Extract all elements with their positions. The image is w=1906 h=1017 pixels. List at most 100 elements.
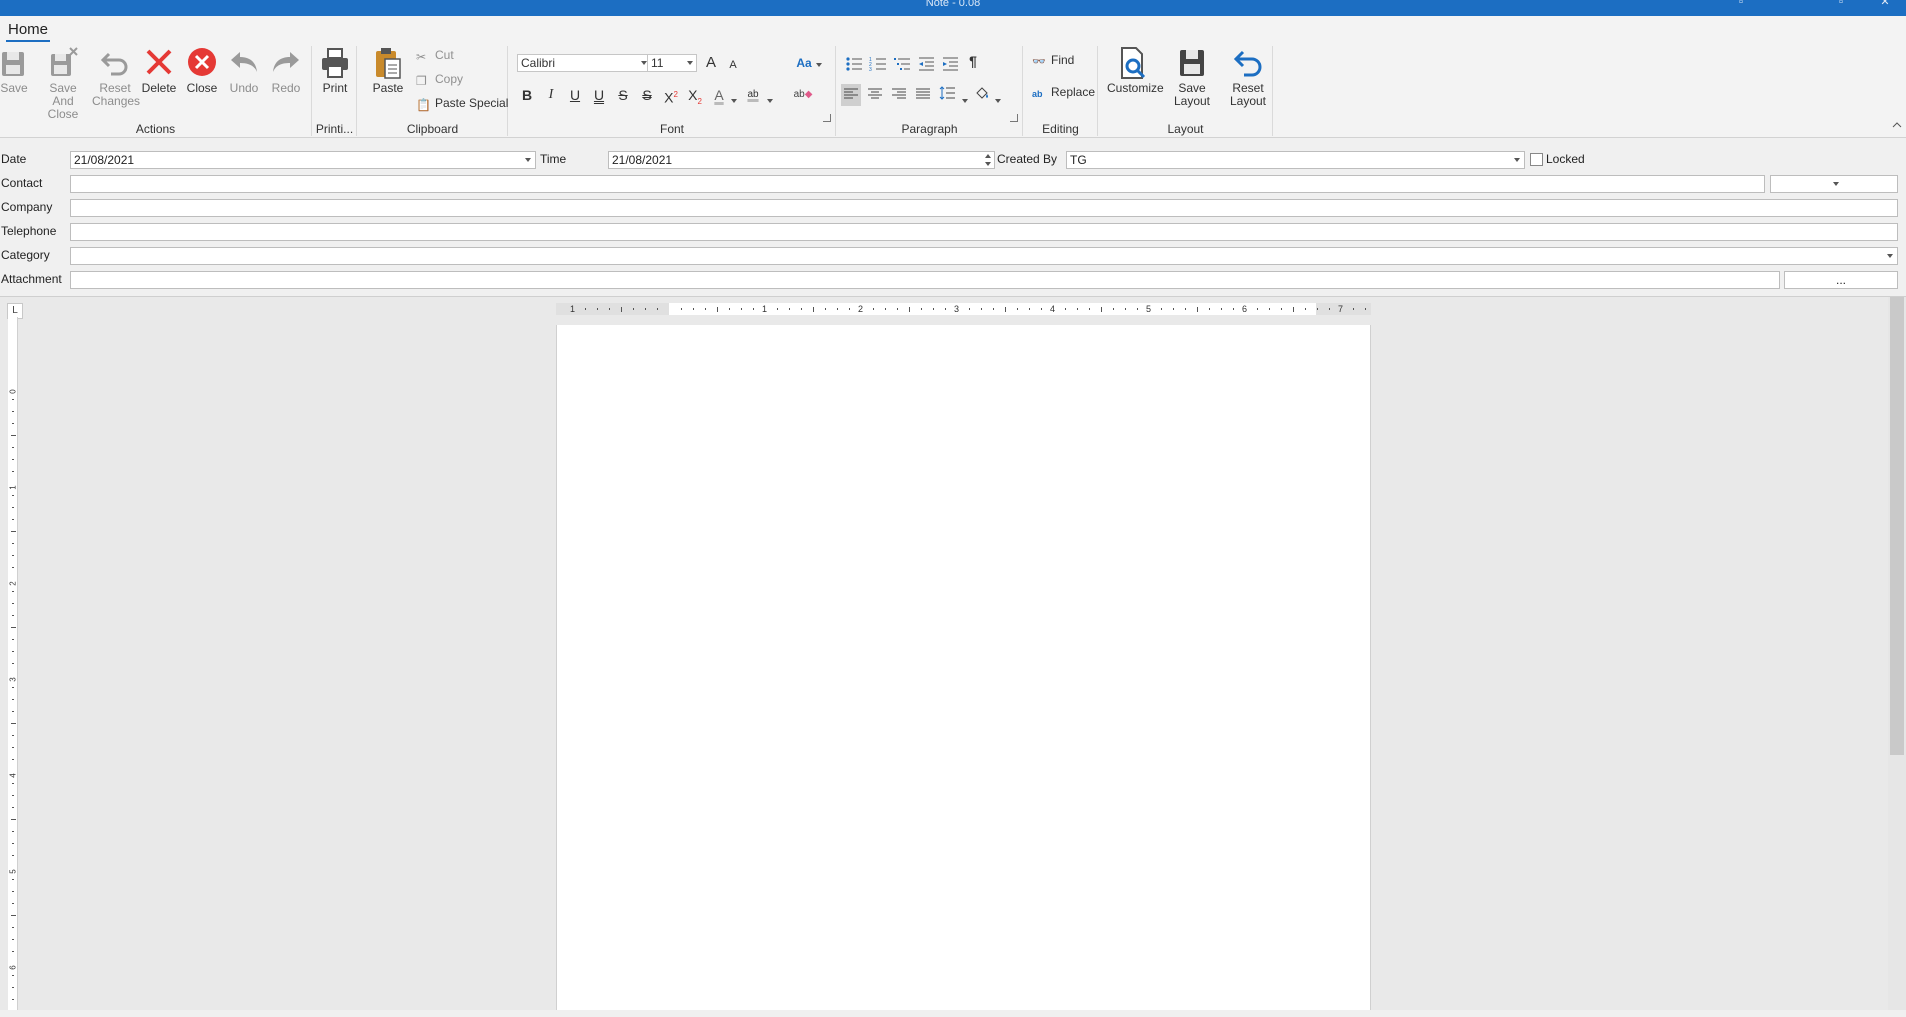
close-icon[interactable]: ✕ <box>1878 0 1892 8</box>
save-layout-button[interactable]: Save Layout <box>1161 46 1223 108</box>
company-field[interactable] <box>70 199 1898 217</box>
font-name-combo[interactable]: Calibri <box>517 54 651 72</box>
cut-button[interactable]: ✂ Cut <box>416 46 454 64</box>
close-circle-icon <box>188 48 216 76</box>
ruler-tick <box>1293 306 1294 312</box>
vertical-ruler-tick <box>10 723 16 724</box>
locked-checkbox[interactable] <box>1530 153 1543 166</box>
vertical-ruler-tick <box>10 627 16 628</box>
ruler-tick <box>1269 308 1270 310</box>
date-field[interactable]: 21/08/2021 <box>70 151 536 169</box>
print-button[interactable]: Print <box>313 46 357 95</box>
vertical-ruler-tick <box>12 615 14 616</box>
save-and-close-button[interactable]: Save And Close <box>40 46 86 121</box>
vertical-ruler-tick <box>12 651 14 652</box>
maximize-icon[interactable]: ▫ <box>1834 0 1848 8</box>
superscript-button[interactable]: X2 <box>661 84 681 106</box>
find-button[interactable]: 👓 Find <box>1032 51 1074 69</box>
vertical-ruler-tick <box>12 519 14 520</box>
document-page[interactable] <box>556 325 1371 1011</box>
rich-text-editor[interactable]: L 0123456 11234567 <box>0 296 1906 1011</box>
subscript-button[interactable]: X2 <box>685 84 705 106</box>
collapse-ribbon-icon[interactable] <box>1892 120 1902 130</box>
redo-button[interactable]: Redo <box>264 46 308 95</box>
paragraph-dialog-launcher-icon[interactable] <box>1010 114 1018 122</box>
contact-field[interactable] <box>70 175 1765 193</box>
align-left-button[interactable] <box>841 84 861 106</box>
paste-button[interactable]: Paste <box>366 46 410 95</box>
underline-button[interactable]: U <box>565 84 585 106</box>
ruler-tick <box>741 308 742 310</box>
justify-button[interactable] <box>913 84 933 106</box>
vertical-ruler-tick <box>12 843 14 844</box>
paste-clipboard-icon <box>376 48 401 79</box>
reset-layout-button[interactable]: Reset Layout <box>1225 46 1271 108</box>
undo-button[interactable]: Undo <box>222 46 266 95</box>
customize-button[interactable]: Customize <box>1107 46 1164 95</box>
vertical-ruler: 0 1 2 3 4 5 6 <box>8 317 18 1011</box>
spin-updown-icon[interactable] <box>984 153 992 167</box>
ruler-tick <box>597 308 598 310</box>
vertical-ruler-tick <box>12 495 14 496</box>
multilevel-list-icon[interactable] <box>893 56 911 72</box>
attachment-browse-button[interactable]: ... <box>1784 271 1898 289</box>
increase-indent-icon[interactable] <box>941 56 959 72</box>
vertical-scrollbar[interactable] <box>1888 297 1906 1011</box>
minimize-icon[interactable]: ▫ <box>1734 0 1748 8</box>
clear-formatting-button[interactable]: ab◆ <box>791 84 815 106</box>
align-center-button[interactable] <box>865 84 885 106</box>
telephone-field[interactable] <box>70 223 1898 241</box>
delete-button[interactable]: Delete <box>137 46 181 95</box>
time-field[interactable]: 21/08/2021 <box>608 151 995 169</box>
ruler-tick <box>897 308 898 310</box>
chevron-down-icon <box>525 158 531 162</box>
double-strikethrough-button[interactable]: S <box>637 84 657 106</box>
ruler-tick <box>1185 308 1186 310</box>
tab-home[interactable]: Home <box>6 20 51 42</box>
shading-button[interactable] <box>973 84 993 106</box>
binoculars-icon: 👓 <box>1032 55 1046 68</box>
italic-button[interactable]: I <box>541 84 561 106</box>
vertical-ruler-tick <box>12 807 14 808</box>
date-label: Date <box>1 152 27 166</box>
grow-font-button[interactable]: A <box>701 52 721 74</box>
ruler-tick <box>1317 308 1318 310</box>
double-underline-button[interactable]: U <box>589 84 609 106</box>
font-dialog-launcher-icon[interactable] <box>823 114 831 122</box>
align-right-button[interactable] <box>889 84 909 106</box>
paragraph-group-label: Paragraph <box>901 122 958 136</box>
ruler-tick <box>1017 308 1018 310</box>
close-button[interactable]: Close <box>180 46 224 95</box>
bullets-icon[interactable] <box>845 56 863 72</box>
replace-button[interactable]: ab Replace <box>1032 83 1095 101</box>
font-color-button[interactable]: A <box>709 84 729 106</box>
save-button[interactable]: Save <box>0 46 36 95</box>
show-marks-button[interactable]: ¶ <box>963 50 983 72</box>
shrink-font-button[interactable]: A <box>723 54 743 76</box>
ruler-number: 3 <box>954 304 960 314</box>
font-size-combo[interactable]: 11 <box>647 54 697 72</box>
vertical-ruler-tick <box>12 927 14 928</box>
paragraph-mark-icon: ¶ <box>969 53 977 69</box>
numbering-icon[interactable]: 123 <box>869 56 887 72</box>
decrease-indent-icon[interactable] <box>917 56 935 72</box>
ruler-tick <box>777 308 778 310</box>
ruler-tick <box>705 308 706 310</box>
copy-button[interactable]: ❐ Copy <box>416 70 463 88</box>
time-label: Time <box>540 152 567 166</box>
highlight-button[interactable]: ab <box>741 84 765 106</box>
paste-special-button[interactable]: 📋 Paste Special <box>416 94 508 112</box>
contact-type-combo[interactable] <box>1770 175 1898 193</box>
attachment-field[interactable] <box>70 271 1780 289</box>
change-case-button[interactable]: Aa <box>791 52 817 74</box>
category-combo[interactable] <box>70 247 1898 265</box>
bold-button[interactable]: B <box>517 84 537 106</box>
strikethrough-button[interactable]: S <box>613 84 633 106</box>
ruler-tick <box>633 308 634 310</box>
ruler-tick <box>657 308 658 310</box>
ruler-tick <box>621 306 622 312</box>
created-by-field[interactable]: TG <box>1066 151 1525 169</box>
line-spacing-button[interactable] <box>937 84 957 106</box>
reset-changes-button[interactable]: Reset Changes <box>92 46 140 108</box>
scrollbar-thumb[interactable] <box>1890 297 1904 755</box>
